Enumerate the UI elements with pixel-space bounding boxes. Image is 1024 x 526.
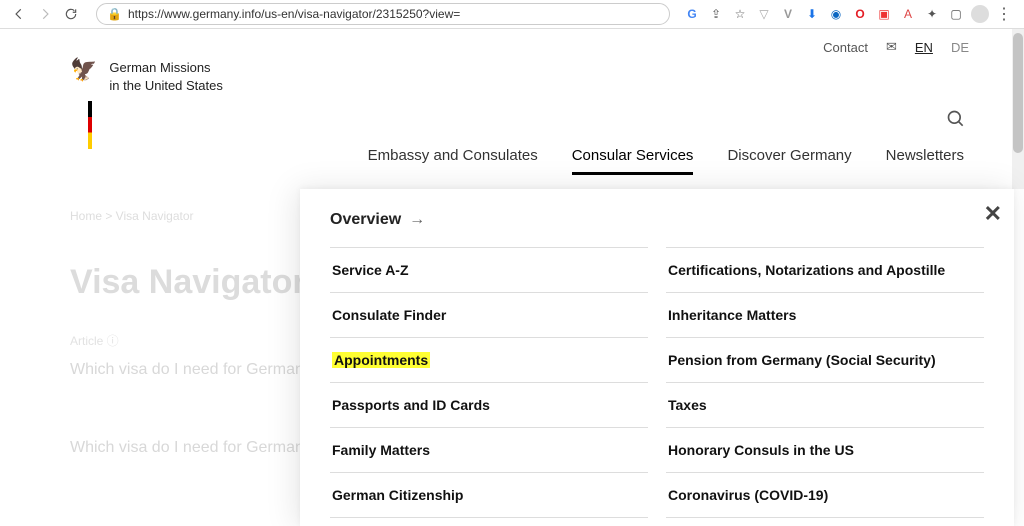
- extensions-row: G ⇪ ☆ ▽ V ⬇ ◉ O ▣ A ✦ ▢ ⋮: [680, 5, 1016, 23]
- browser-toolbar: 🔒 https://www.germany.info/us-en/visa-na…: [0, 0, 1024, 29]
- menu-overview-link[interactable]: Overview →: [330, 211, 425, 229]
- menu-item-label: Consulate Finder: [332, 307, 446, 323]
- menu-item[interactable]: German Citizenship: [330, 472, 648, 518]
- main-nav: Embassy and Consulates Consular Services…: [0, 147, 1024, 175]
- brand-text: German Missions in the United States: [109, 59, 222, 94]
- menu-item[interactable]: Family Matters: [330, 427, 648, 472]
- lock-icon: 🔒: [107, 7, 122, 21]
- menu-item-label: German Citizenship: [332, 487, 463, 503]
- panel-ext-icon[interactable]: ▢: [947, 5, 965, 23]
- menu-item[interactable]: Honorary Consuls in the US: [666, 427, 984, 472]
- lang-de[interactable]: DE: [951, 40, 969, 55]
- reload-button[interactable]: [60, 3, 82, 25]
- back-button[interactable]: [8, 3, 30, 25]
- menu-item[interactable]: Pension from Germany (Social Security): [666, 337, 984, 382]
- forward-button[interactable]: [34, 3, 56, 25]
- menu-item[interactable]: Passports and ID Cards: [330, 382, 648, 427]
- menu-col-right: Certifications, Notarizations and Aposti…: [666, 247, 984, 518]
- menu-col-left: Service A-Z Consulate Finder Appointments P…: [330, 247, 648, 518]
- mail-icon[interactable]: ✉: [886, 39, 897, 55]
- contact-link[interactable]: Contact: [823, 40, 868, 55]
- puzzle-ext-icon[interactable]: ✦: [923, 5, 941, 23]
- menu-item-label: Service A-Z: [332, 262, 409, 278]
- eagle-icon: 🦅: [70, 59, 97, 81]
- search-icon[interactable]: [946, 109, 966, 132]
- menu-item[interactable]: Inheritance Matters: [666, 292, 984, 337]
- flag-stripe: [88, 101, 92, 149]
- share-icon[interactable]: ⇪: [707, 5, 725, 23]
- kebab-menu-icon[interactable]: ⋮: [995, 5, 1013, 23]
- menu-item-label: Family Matters: [332, 442, 430, 458]
- brand-line2: in the United States: [109, 77, 222, 95]
- nav-consular[interactable]: Consular Services: [572, 147, 694, 175]
- menu-item-label: Passports and ID Cards: [332, 397, 490, 413]
- menu-item-label: Honorary Consuls in the US: [668, 442, 854, 458]
- menu-item[interactable]: Appointments: [330, 337, 648, 382]
- nav-embassy[interactable]: Embassy and Consulates: [368, 147, 538, 175]
- page: Contact ✉ EN DE 🦅 German Missions in the…: [0, 29, 1024, 526]
- capture-ext-icon[interactable]: ▣: [875, 5, 893, 23]
- scrollbar-thumb[interactable]: [1013, 33, 1023, 153]
- menu-item-label: Inheritance Matters: [668, 307, 796, 323]
- menu-item-label: Appointments: [332, 352, 430, 368]
- red-a-ext-icon[interactable]: A: [899, 5, 917, 23]
- site-brand[interactable]: 🦅 German Missions in the United States: [70, 59, 223, 94]
- grey-v-ext-icon[interactable]: V: [779, 5, 797, 23]
- opera-ext-icon[interactable]: O: [851, 5, 869, 23]
- google-icon[interactable]: G: [683, 5, 701, 23]
- menu-item[interactable]: Certifications, Notarizations and Aposti…: [666, 247, 984, 292]
- menu-item-label: Taxes: [668, 397, 707, 413]
- menu-item[interactable]: Taxes: [666, 382, 984, 427]
- util-bar: Contact ✉ EN DE: [0, 29, 1024, 55]
- menu-overview-label: Overview: [330, 211, 401, 229]
- nav-newsletters[interactable]: Newsletters: [886, 147, 964, 175]
- menu-item[interactable]: Service A-Z: [330, 247, 648, 292]
- menu-item[interactable]: Consulate Finder: [330, 292, 648, 337]
- arrow-right-icon: →: [409, 211, 425, 229]
- lang-en[interactable]: EN: [915, 40, 933, 55]
- close-icon[interactable]: ✕: [984, 201, 1002, 227]
- blue-ball-ext-icon[interactable]: ◉: [827, 5, 845, 23]
- address-bar[interactable]: 🔒 https://www.germany.info/us-en/visa-na…: [96, 3, 670, 25]
- profile-avatar[interactable]: [971, 5, 989, 23]
- menu-item-label: Certifications, Notarizations and Aposti…: [668, 262, 945, 278]
- bookmark-star-icon[interactable]: ☆: [731, 5, 749, 23]
- download-ext-icon[interactable]: ⬇: [803, 5, 821, 23]
- menu-item[interactable]: Coronavirus (COVID-19): [666, 472, 984, 518]
- nav-discover[interactable]: Discover Germany: [727, 147, 851, 175]
- shield-ext-icon[interactable]: ▽: [755, 5, 773, 23]
- menu-item-label: Coronavirus (COVID-19): [668, 487, 828, 503]
- consular-mega-menu: ✕ Overview → Service A-Z Consulate Finder…: [300, 189, 1014, 526]
- url-text: https://www.germany.info/us-en/visa-navi…: [128, 7, 460, 21]
- menu-item-label: Pension from Germany (Social Security): [668, 352, 936, 368]
- brand-line1: German Missions: [109, 59, 222, 77]
